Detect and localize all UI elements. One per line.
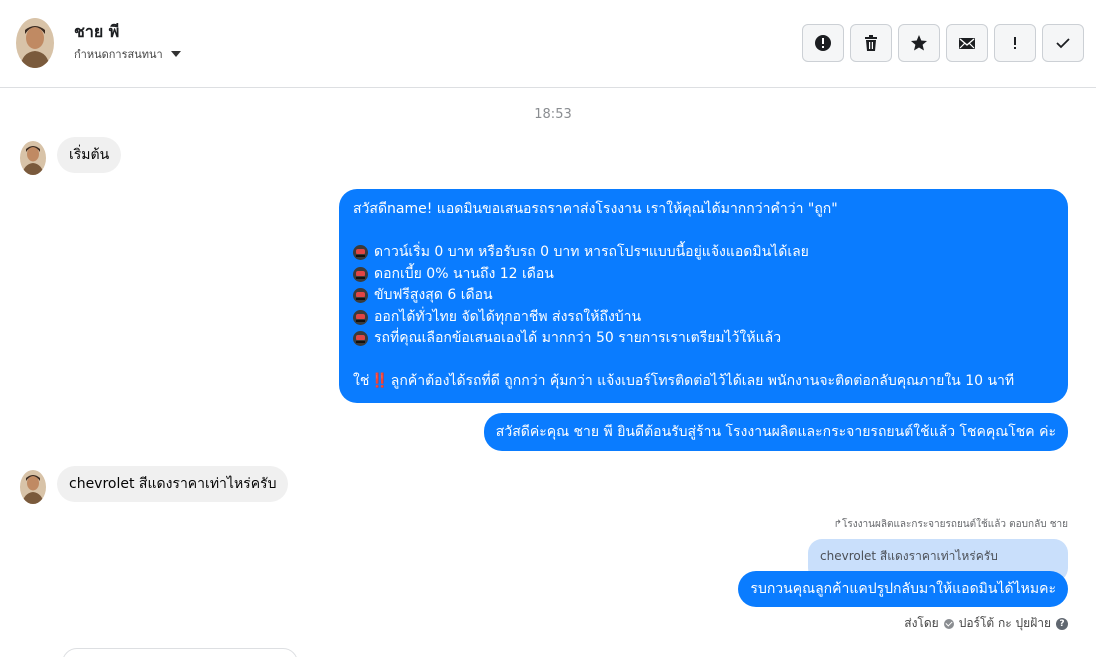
- bullet-text: ออกได้ทั่วไทย จัดได้ทุกอาชีพ ส่งรถให้ถึง…: [374, 308, 642, 325]
- caret-down-icon: [170, 51, 181, 57]
- message-text: ใช่: [353, 373, 370, 389]
- bullet-line: ออกได้ทั่วไทย จัดได้ทุกอาชีพ ส่งรถให้ถึง…: [353, 307, 1054, 329]
- star-icon: [911, 35, 927, 51]
- sent-by-label: ส่งโดย: [904, 616, 939, 630]
- toolbar: [802, 24, 1084, 62]
- bullet-text: ดาวน์เริ่ม 0 บาท หรือรับรถ 0 บาท หารถโปร…: [374, 244, 809, 260]
- bullet-line: ดอกเบี้ย 0% นานถึง 12 เดือน: [353, 264, 1054, 286]
- message-line: ใช่ ‼️ ลูกค้าต้องได้รถที่ดี ถูกกว่า คุ้มกว…: [353, 371, 1054, 393]
- spam-button[interactable]: [802, 24, 844, 62]
- sent-by-name: ปอร์โต้ กะ ปุยฝ้าย: [958, 616, 1051, 630]
- message-line: สวัสดีname! แอดมินขอเสนอรถราคาส่งโรงงาน …: [353, 201, 838, 217]
- alert-circle-icon: [815, 35, 831, 51]
- assign-conversation-dropdown[interactable]: กำหนดการสนทนา: [74, 45, 181, 63]
- message-text: chevrolet สีแดงราคาเท่าไหร่ครับ: [69, 476, 277, 492]
- car-emoji-icon: [353, 288, 368, 304]
- outgoing-message[interactable]: สวัสดีname! แอดมินขอเสนอรถราคาส่งโรงงาน …: [339, 189, 1068, 403]
- conversation-timestamp: 18:53: [534, 107, 572, 122]
- incoming-message[interactable]: chevrolet สีแดงราคาเท่าไหร่ครับ: [57, 466, 289, 502]
- mark-unread-button[interactable]: [946, 24, 988, 62]
- partial-message-bubble: [62, 648, 298, 657]
- bullet-text: รถที่คุณเลือกข้อเสนอเองได้ มากกว่า 50 รา…: [374, 330, 782, 346]
- message-text: เริ่มต้น: [69, 147, 110, 163]
- contact-name: ชาย พี: [74, 22, 120, 41]
- car-emoji-icon: [353, 266, 368, 282]
- star-button[interactable]: [898, 24, 940, 62]
- bullet-line: ขับฟรีสูงสุด 6 เดือน: [353, 285, 1054, 307]
- contact-avatar[interactable]: [16, 18, 54, 68]
- incoming-message[interactable]: เริ่มต้น: [57, 137, 122, 173]
- exclamation-icon: [1014, 37, 1016, 49]
- message-text: รบกวนคุณลูกค้าแคปรูปกลับมาให้แอดมินได้ไห…: [750, 581, 1056, 597]
- avatar-photo: [20, 141, 46, 175]
- sender-avatar[interactable]: [20, 141, 46, 175]
- avatar-photo: [16, 18, 54, 68]
- double-exclamation-emoji: ‼️: [371, 373, 389, 389]
- important-button[interactable]: [994, 24, 1036, 62]
- bullet-text: ขับฟรีสูงสุด 6 เดือน: [374, 287, 493, 303]
- car-emoji-icon: [353, 245, 368, 261]
- done-button[interactable]: [1042, 24, 1084, 62]
- outgoing-message[interactable]: สวัสดีค่ะคุณ ชาย พี ยินดีต้อนรับสู่ร้าน …: [483, 413, 1068, 451]
- reply-meta: ↱โรงงานผลิตและกระจายรถยนต์ใช้แล้ว ตอบกลั…: [833, 519, 1068, 530]
- sent-by: ส่งโดย ปอร์โต้ กะ ปุยฝ้าย ?: [904, 614, 1068, 633]
- avatar-photo: [20, 470, 46, 504]
- help-icon[interactable]: ?: [1056, 617, 1068, 630]
- verified-check-icon: [943, 618, 954, 629]
- message-text: สวัสดีค่ะคุณ ชาย พี ยินดีต้อนรับสู่ร้าน …: [495, 424, 1056, 440]
- bullet-line: รถที่คุณเลือกข้อเสนอเองได้ มากกว่า 50 รา…: [353, 328, 1054, 350]
- trash-icon: [865, 35, 877, 51]
- car-emoji-icon: [353, 309, 368, 325]
- car-emoji-icon: [353, 331, 368, 347]
- check-icon: [1056, 38, 1070, 49]
- sender-avatar[interactable]: [20, 470, 46, 504]
- assign-label: กำหนดการสนทนา: [74, 48, 163, 61]
- outgoing-message[interactable]: รบกวนคุณลูกค้าแคปรูปกลับมาให้แอดมินได้ไห…: [738, 571, 1068, 607]
- bullet-line: ดาวน์เริ่ม 0 บาท หรือรับรถ 0 บาท หารถโปร…: [353, 242, 1054, 264]
- envelope-icon: [959, 38, 975, 49]
- message-text: ลูกค้าต้องได้รถที่ดี ถูกกว่า คุ้มกว่า แจ…: [390, 373, 1015, 389]
- conversation-header: ชาย พี กำหนดการสนทนา: [0, 0, 1096, 88]
- bullet-text: ดอกเบี้ย 0% นานถึง 12 เดือน: [374, 265, 554, 282]
- delete-button[interactable]: [850, 24, 892, 62]
